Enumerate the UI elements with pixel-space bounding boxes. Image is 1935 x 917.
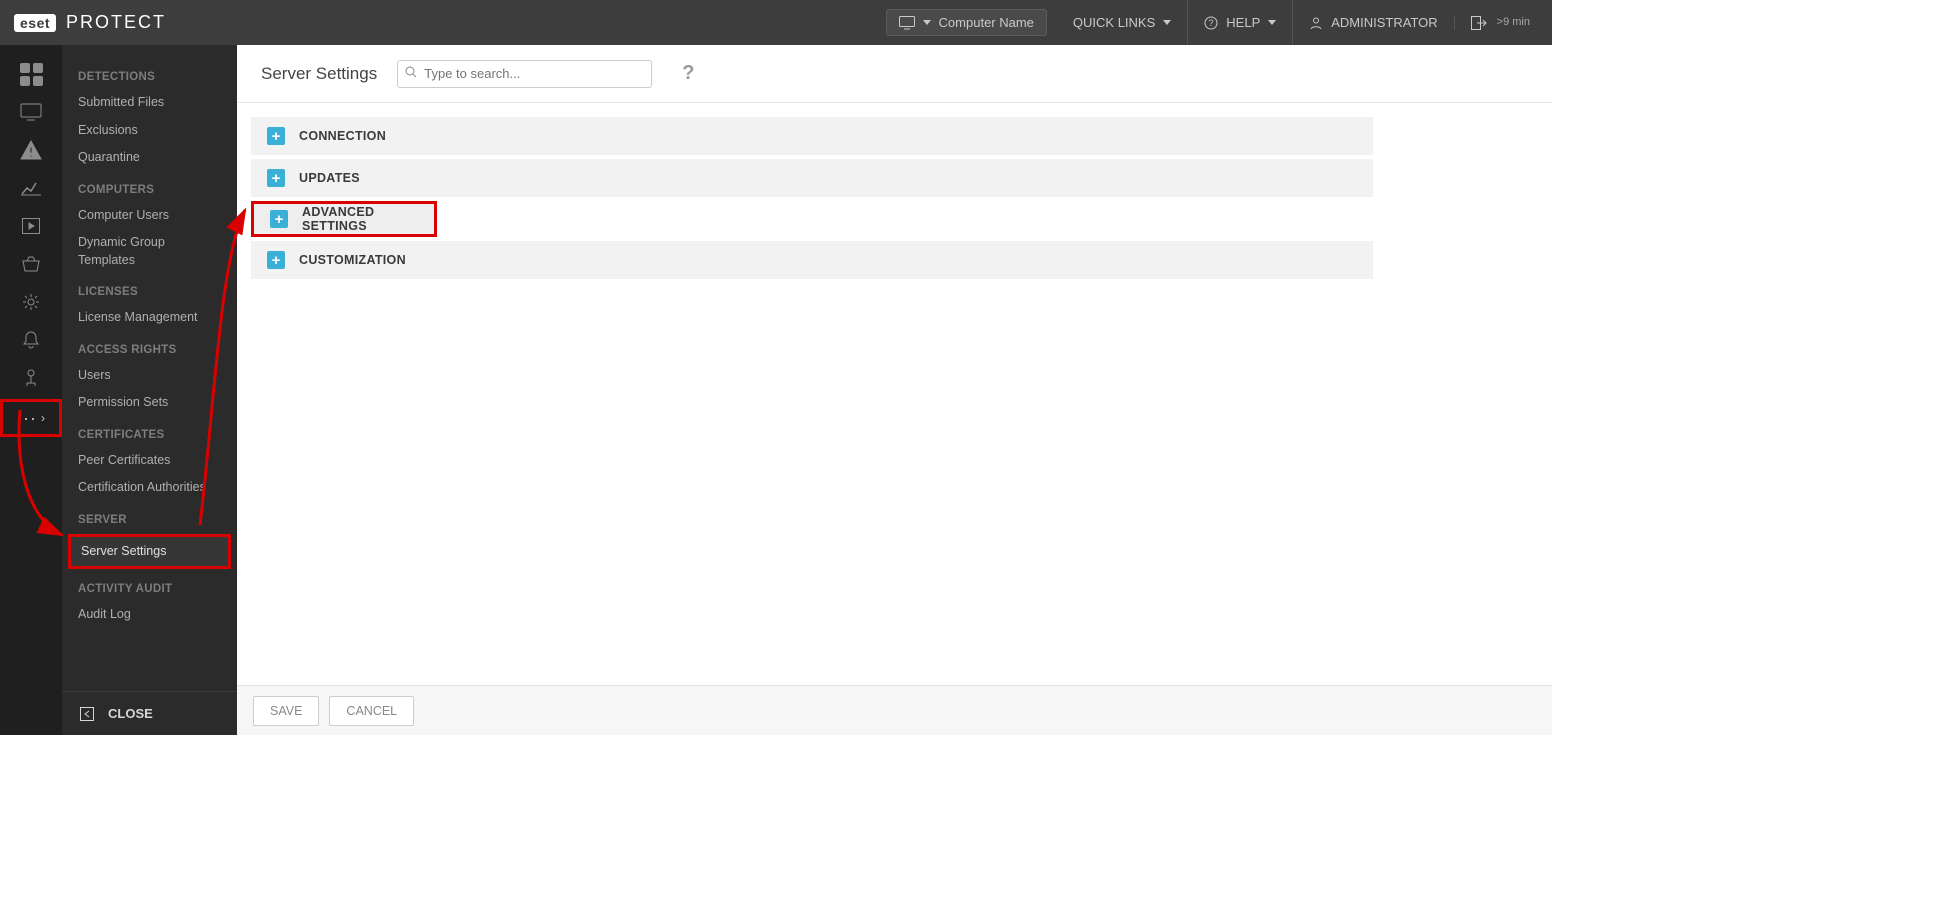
sidebar-item-peer-certs[interactable]: Peer Certificates <box>62 447 237 475</box>
section-advanced-settings[interactable]: + ADVANCED SETTINGS <box>251 201 437 237</box>
sidebar-item-audit-log[interactable]: Audit Log <box>62 601 237 629</box>
status-icon <box>23 369 39 387</box>
rail-reports[interactable] <box>0 171 62 205</box>
heading-server: SERVER <box>62 502 237 532</box>
help-menu[interactable]: ? HELP <box>1187 0 1292 45</box>
more-icon: ··· › <box>16 408 46 429</box>
section-label: ADVANCED SETTINGS <box>302 205 434 233</box>
user-menu[interactable]: ADMINISTRATOR <box>1292 0 1453 45</box>
sidebar-close-button[interactable]: CLOSE <box>62 691 237 735</box>
dashboard-icon <box>20 63 43 86</box>
logout-button[interactable]: LOGOUT >9 min <box>1454 16 1542 30</box>
content-header: Server Settings ? <box>237 45 1552 103</box>
quick-links-label: QUICK LINKS <box>1073 15 1155 30</box>
main-content: Server Settings ? + CONNECTION + UPDATES… <box>237 45 1552 735</box>
computer-name-selector[interactable]: Computer Name <box>886 9 1047 36</box>
heading-detections: DETECTIONS <box>62 59 237 89</box>
monitor-icon <box>899 16 915 30</box>
context-help-button[interactable]: ? <box>682 62 694 85</box>
expand-icon: + <box>267 169 285 187</box>
rail-threats[interactable] <box>0 133 62 167</box>
expand-icon: + <box>267 251 285 269</box>
settings-sections: + CONNECTION + UPDATES + ADVANCED SETTIN… <box>237 103 1387 297</box>
more-sidebar: DETECTIONS Submitted Files Exclusions Qu… <box>62 45 237 735</box>
user-label: ADMINISTRATOR <box>1331 15 1437 30</box>
play-square-icon <box>22 218 40 234</box>
sidebar-item-exclusions[interactable]: Exclusions <box>62 117 237 145</box>
sidebar-item-cert-auth[interactable]: Certification Authorities <box>62 474 237 502</box>
heading-activity-audit: ACTIVITY AUDIT <box>62 571 237 601</box>
monitor-icon <box>20 103 42 121</box>
sidebar-item-computer-users[interactable]: Computer Users <box>62 202 237 230</box>
brand-logo: eset <box>14 14 56 32</box>
computer-name-label: Computer Name <box>939 15 1034 30</box>
section-label: UPDATES <box>299 171 360 185</box>
heading-certificates: CERTIFICATES <box>62 417 237 447</box>
cancel-button[interactable]: CANCEL <box>329 696 414 726</box>
rail-dashboard[interactable] <box>0 57 62 91</box>
expand-icon: + <box>270 210 288 228</box>
caret-down-icon <box>923 20 931 25</box>
close-panel-icon <box>80 707 94 721</box>
search-icon <box>405 66 417 81</box>
expand-icon: + <box>267 127 285 145</box>
search-input[interactable] <box>397 60 652 88</box>
rail-more[interactable]: ··· › <box>0 399 62 437</box>
sidebar-item-server-settings[interactable]: Server Settings <box>68 534 231 570</box>
heading-computers: COMPUTERS <box>62 172 237 202</box>
rail-computers[interactable] <box>0 95 62 129</box>
package-icon <box>21 256 41 272</box>
logout-timer: >9 min <box>1497 16 1530 28</box>
section-label: CUSTOMIZATION <box>299 253 406 267</box>
warning-icon <box>20 140 42 160</box>
heading-licenses: LICENSES <box>62 274 237 304</box>
save-button[interactable]: SAVE <box>253 696 319 726</box>
svg-text:?: ? <box>1209 18 1214 28</box>
nav-rail: ··· › <box>0 45 62 735</box>
sidebar-item-quarantine[interactable]: Quarantine <box>62 144 237 172</box>
reports-icon <box>21 180 41 196</box>
sidebar-item-users[interactable]: Users <box>62 362 237 390</box>
logout-icon <box>1471 16 1487 30</box>
rail-status[interactable] <box>0 361 62 395</box>
section-label: CONNECTION <box>299 129 386 143</box>
gear-icon <box>22 293 40 311</box>
sidebar-item-permission-sets[interactable]: Permission Sets <box>62 389 237 417</box>
section-connection[interactable]: + CONNECTION <box>251 117 1373 155</box>
sidebar-item-dyn-templates[interactable]: Dynamic Group Templates <box>62 229 237 274</box>
rail-installers[interactable] <box>0 247 62 281</box>
rail-tasks[interactable] <box>0 209 62 243</box>
close-label: CLOSE <box>108 706 153 721</box>
caret-down-icon <box>1268 20 1276 25</box>
sidebar-item-submitted-files[interactable]: Submitted Files <box>62 89 237 117</box>
quick-links-menu[interactable]: QUICK LINKS <box>1057 0 1187 45</box>
rail-notifications[interactable] <box>0 323 62 357</box>
footer-bar: SAVE CANCEL <box>237 685 1552 735</box>
section-customization[interactable]: + CUSTOMIZATION <box>251 241 1373 279</box>
user-icon <box>1309 16 1323 30</box>
search-wrap <box>397 60 652 88</box>
rail-policies[interactable] <box>0 285 62 319</box>
page-title: Server Settings <box>261 64 377 84</box>
bell-icon <box>23 331 39 349</box>
top-bar: eset PROTECT Computer Name QUICK LINKS ?… <box>0 0 1552 45</box>
heading-access: ACCESS RIGHTS <box>62 332 237 362</box>
product-name: PROTECT <box>66 12 166 33</box>
help-icon: ? <box>1204 16 1218 30</box>
help-label: HELP <box>1226 15 1260 30</box>
section-updates[interactable]: + UPDATES <box>251 159 1373 197</box>
caret-down-icon <box>1163 20 1171 25</box>
sidebar-item-license-mgmt[interactable]: License Management <box>62 304 237 332</box>
